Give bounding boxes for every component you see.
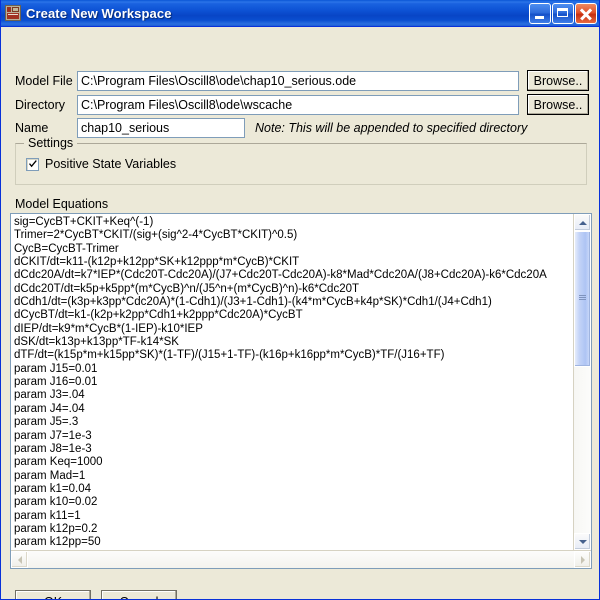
title-bar: Create New Workspace [1, 0, 599, 27]
equation-line: dSK/dt=k13p+k13pp*TF-k14*SK [14, 336, 179, 349]
equation-line: param J7=1e-3 [14, 429, 92, 442]
scroll-up-arrow-icon[interactable] [574, 214, 591, 231]
equation-line: param k12p=0.2 [14, 522, 98, 535]
equation-line: param k10=0.02 [14, 496, 98, 509]
model-equations-text[interactable]: sig=CycBT+CKIT+Keq^(-1) Trimer=2*CycBT*CK… [11, 214, 573, 550]
equation-line: param J5=.3 [14, 416, 79, 429]
directory-label: Directory [15, 97, 66, 112]
equation-line: param J4=.04 [14, 402, 85, 415]
equation-line: param J16=0.01 [14, 376, 98, 389]
directory-row: Directory Browse.. [15, 94, 589, 115]
model-file-browse-button[interactable]: Browse.. [527, 70, 589, 91]
scroll-right-arrow-icon[interactable] [574, 551, 591, 568]
scroll-thumb-grip-icon [579, 294, 586, 303]
horizontal-scroll-track[interactable] [28, 551, 574, 568]
equation-line: dCdh1/dt=(k3p+k3pp*Cdc20A)*(1-Cdh1)/(J3+… [14, 296, 492, 309]
equation-line: dCycBT/dt=k1-(k2p+k2pp*Cdh1+k2ppp*Cdc20A… [14, 309, 303, 322]
cancel-button[interactable]: Cancel [101, 590, 177, 599]
positive-state-variables-label: Positive State Variables [45, 157, 177, 171]
vertical-scroll-thumb[interactable] [574, 231, 591, 367]
model-file-row: Model File Browse.. [15, 70, 589, 91]
equation-line: dCKIT/dt=k11-(k12p+k12pp*SK+k12ppp*m*Cyc… [14, 256, 300, 269]
equation-line: param J15=0.01 [14, 362, 98, 375]
dialog-client-area: Model File Browse.. Directory Browse.. N… [1, 27, 599, 599]
model-file-input[interactable] [77, 70, 519, 91]
equation-line: param J3=.04 [14, 389, 85, 402]
model-equations-inner: sig=CycBT+CKIT+Keq^(-1) Trimer=2*CycBT*CK… [11, 214, 591, 550]
equation-line: param Keq=1000 [14, 456, 103, 469]
equation-line: param J8=1e-3 [14, 442, 92, 455]
positive-state-variables-checkbox[interactable] [26, 157, 39, 171]
positive-state-variables-row[interactable]: Positive State Variables [26, 157, 176, 171]
equation-line: param k1=0.04 [14, 482, 92, 495]
equation-line: CycB=CycBT-Trimer [14, 242, 119, 255]
horizontal-scrollbar[interactable] [11, 550, 591, 568]
model-file-label: Model File [15, 73, 73, 88]
equation-line: param k11=1 [14, 509, 81, 522]
settings-legend: Settings [24, 136, 78, 150]
app-icon [5, 5, 21, 21]
equation-line: dCdc20T/dt=k5p+k5pp*(m*CycB)^n/(J5^n+(m*… [14, 282, 360, 295]
name-input[interactable] [77, 118, 245, 138]
ok-button[interactable]: OK [15, 590, 91, 599]
create-new-workspace-dialog: Create New Workspace Model File Browse..… [0, 0, 600, 600]
vertical-scrollbar[interactable] [573, 214, 591, 550]
minimize-button[interactable] [529, 2, 551, 24]
close-button[interactable] [575, 2, 597, 24]
equation-line: dIEP/dt=k9*m*CycB*(1-IEP)-k10*IEP [14, 322, 203, 335]
scroll-down-arrow-icon[interactable] [574, 533, 591, 550]
scroll-left-arrow-icon[interactable] [11, 551, 28, 568]
equation-line: sig=CycBT+CKIT+Keq^(-1) [14, 216, 154, 228]
vertical-scroll-track[interactable] [574, 231, 591, 533]
equation-line: Trimer=2*CycBT*CKIT/(sig+(sig^2-4*CycBT*… [14, 229, 298, 242]
directory-input[interactable] [77, 94, 519, 115]
equation-line: dCdc20A/dt=k7*IEP*(Cdc20T-Cdc20A)/(J7+Cd… [14, 269, 547, 282]
equation-line: param k12pp=50 [14, 536, 101, 549]
directory-browse-button[interactable]: Browse.. [527, 94, 589, 115]
model-equations-label: Model Equations [15, 197, 109, 211]
settings-group-box: Settings Positive State Variables [15, 136, 587, 185]
model-equations-textarea[interactable]: sig=CycBT+CKIT+Keq^(-1) Trimer=2*CycBT*CK… [10, 213, 592, 569]
name-note: Note: This will be appended to specified… [255, 121, 528, 135]
checkmark-icon [29, 159, 37, 167]
window-title: Create New Workspace [26, 5, 172, 21]
maximize-button[interactable] [552, 2, 574, 24]
name-row: Name Note: This will be appended to spec… [15, 118, 589, 138]
name-label: Name [15, 121, 49, 135]
equation-line: dTF/dt=(k15p*m+k15pp*SK)*(1-TF)/(J15+1-T… [14, 349, 445, 362]
equation-line: param Mad=1 [14, 469, 86, 482]
